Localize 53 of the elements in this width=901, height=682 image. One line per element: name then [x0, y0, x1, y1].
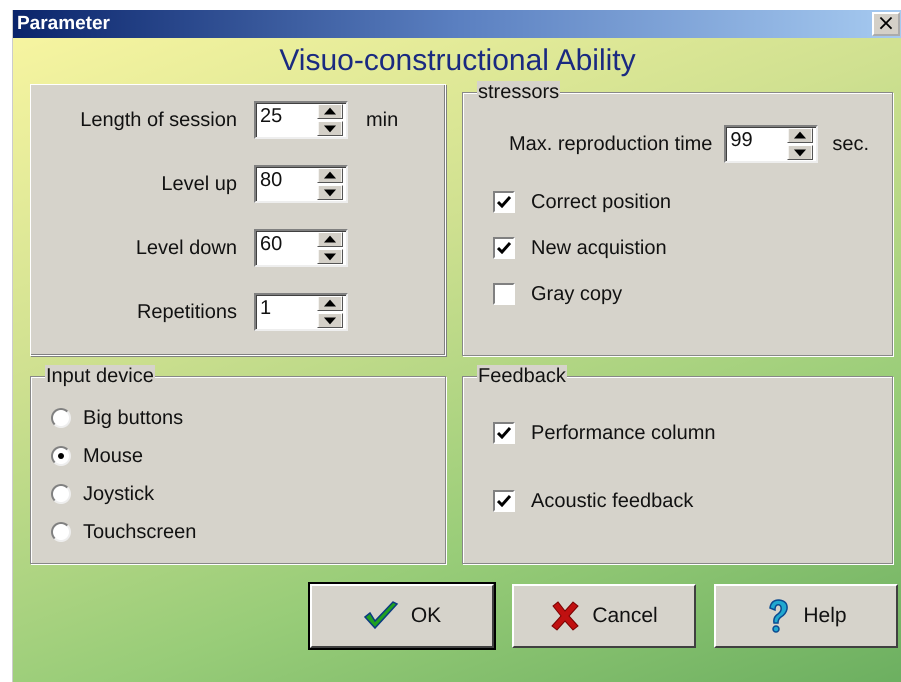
check-icon — [497, 242, 511, 254]
radio-button[interactable] — [51, 484, 71, 504]
spin-up-icon — [317, 104, 343, 119]
field-label: Level down — [134, 236, 237, 260]
radio-label: Mouse — [83, 444, 144, 468]
dialog-button[interactable]: Cancel — [512, 584, 696, 648]
spin-up-icon — [317, 296, 343, 311]
radio-label: Touchscreen — [83, 520, 196, 544]
checkbox[interactable] — [493, 237, 515, 259]
unit-label: sec. — [832, 132, 870, 156]
checkbox-label: Performance column — [531, 422, 716, 444]
checkbox-label: Correct position — [531, 190, 672, 214]
close-button[interactable]: × — [872, 12, 900, 36]
check-icon — [497, 196, 511, 208]
checkbox-label: Gray copy — [531, 282, 622, 306]
spin-field[interactable]: 1 — [254, 293, 348, 331]
spin-down-icon — [317, 249, 343, 264]
checkbox[interactable] — [493, 422, 515, 444]
checkbox-label: New acquistion — [531, 236, 667, 260]
dialog-button[interactable]: Help — [714, 584, 898, 648]
checkbox[interactable] — [493, 191, 515, 213]
field-label: Length of session — [79, 108, 237, 132]
checkbox[interactable] — [493, 490, 515, 512]
check-icon — [497, 427, 511, 439]
spin-field[interactable]: 25 — [254, 101, 348, 139]
radio-label: Big buttons — [83, 406, 184, 430]
spin-down-icon — [317, 121, 343, 136]
cross-icon — [550, 601, 580, 631]
checkbox-label: Acoustic feedback — [531, 490, 694, 512]
spin-field[interactable]: 80 — [254, 165, 348, 203]
field-label: Repetitions — [136, 300, 237, 324]
unit-label: min — [366, 108, 398, 132]
spin-down-icon — [787, 145, 814, 160]
group-title: Input device — [45, 365, 155, 387]
spin-down-icon — [317, 313, 343, 328]
spin-field[interactable]: 60 — [254, 229, 348, 267]
spin-field[interactable]: 99 — [724, 125, 818, 163]
check-icon — [362, 601, 399, 631]
dialog-button[interactable]: OK — [310, 584, 494, 648]
window-title: Parameter — [17, 13, 110, 35]
field-label: Max. reproduction time — [509, 132, 712, 156]
radio-button[interactable] — [51, 408, 71, 428]
spin-up-icon — [317, 232, 343, 247]
radio-button[interactable] — [51, 446, 71, 466]
dialog-heading: Visuo-constructional Ability — [278, 43, 637, 79]
spin-up-icon — [787, 128, 814, 143]
spin-down-icon — [317, 185, 343, 200]
check-icon — [497, 495, 511, 507]
radio-button[interactable] — [51, 522, 71, 542]
field-label: Level up — [160, 172, 237, 196]
checkbox[interactable] — [493, 283, 515, 305]
spin-up-icon — [317, 168, 343, 183]
radio-label: Joystick — [83, 482, 154, 506]
